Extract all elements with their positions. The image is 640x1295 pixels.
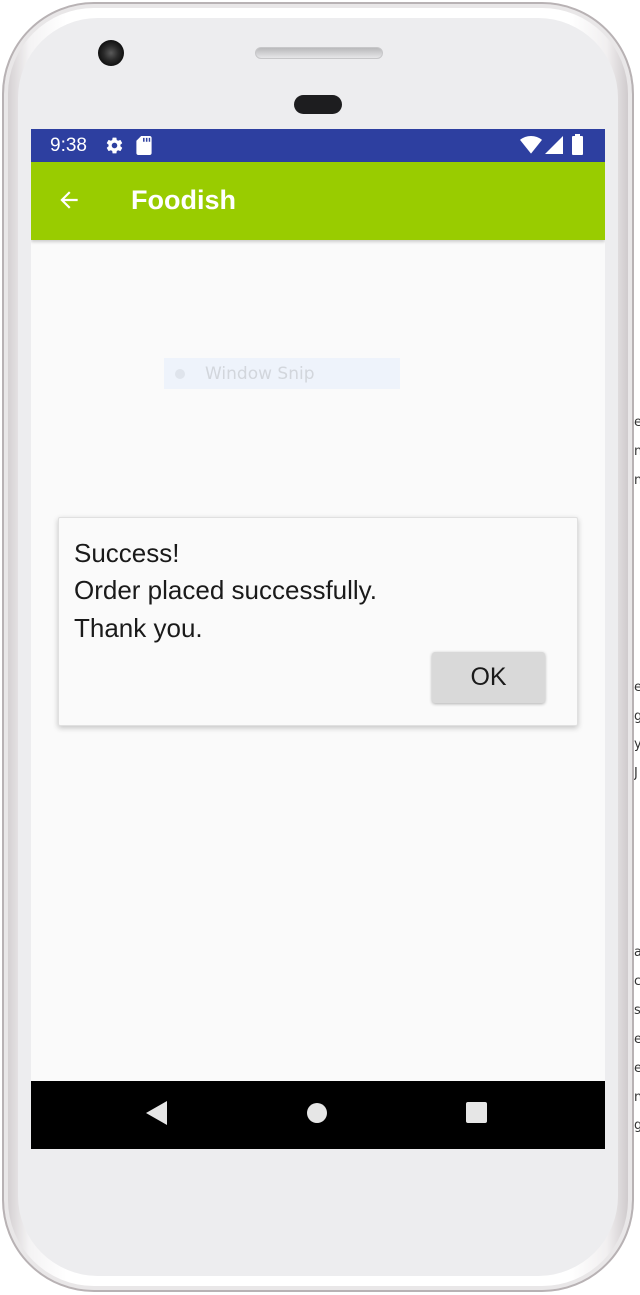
nav-back-button[interactable] (137, 1095, 177, 1135)
system-nav-bar (31, 1081, 605, 1149)
back-button[interactable] (49, 182, 89, 222)
window-snip-overlay: Window Snip (164, 358, 400, 389)
earpiece-speaker (255, 47, 383, 59)
background-text-fragment: c (634, 974, 640, 989)
background-text-fragment: n (634, 473, 640, 488)
background-text-fragment: g (634, 709, 640, 724)
wifi-icon (520, 135, 542, 159)
background-text-fragment: n (634, 1090, 640, 1105)
sd-card-icon (136, 136, 152, 160)
signal-icon (545, 136, 563, 159)
page-title: Foodish (131, 185, 236, 215)
ok-button[interactable]: OK (432, 652, 545, 703)
home-circle-icon (306, 1102, 328, 1129)
nav-recents-button[interactable] (456, 1095, 496, 1135)
back-triangle-icon (146, 1100, 168, 1130)
dialog-title: Success! (74, 538, 180, 568)
nav-home-button[interactable] (297, 1095, 337, 1135)
status-bar: 9:38 (31, 129, 605, 162)
settings-gear-icon (105, 136, 124, 160)
proximity-sensor (294, 95, 342, 114)
background-text-fragment: s (634, 1003, 640, 1018)
background-text-fragment: a (634, 945, 640, 960)
window-snip-label: Window Snip (205, 364, 315, 384)
background-text-fragment: g (634, 1118, 640, 1133)
background-text-fragment: e (634, 680, 640, 695)
background-text-fragment: J (634, 766, 638, 781)
dialog-message: Order placed successfully. (74, 575, 377, 605)
background-text-fragment: y (634, 737, 640, 752)
front-camera (98, 40, 124, 66)
arrow-back-icon (56, 187, 82, 218)
snip-radio-icon (175, 369, 185, 379)
recents-square-icon (465, 1102, 487, 1128)
background-text-fragment: e (634, 1061, 640, 1076)
battery-icon (572, 134, 583, 160)
background-text-fragment: e (634, 1032, 640, 1047)
background-text-fragment: n (634, 444, 640, 459)
status-time: 9:38 (50, 135, 87, 156)
background-text-fragment: e (634, 415, 640, 430)
app-toolbar: Foodish (31, 162, 605, 240)
dialog-message: Thank you. (74, 613, 203, 643)
success-dialog: Success! Order placed successfully. Than… (58, 517, 578, 726)
device-screen: 9:38 Foodish Window Snip Success! Order … (31, 129, 605, 1149)
